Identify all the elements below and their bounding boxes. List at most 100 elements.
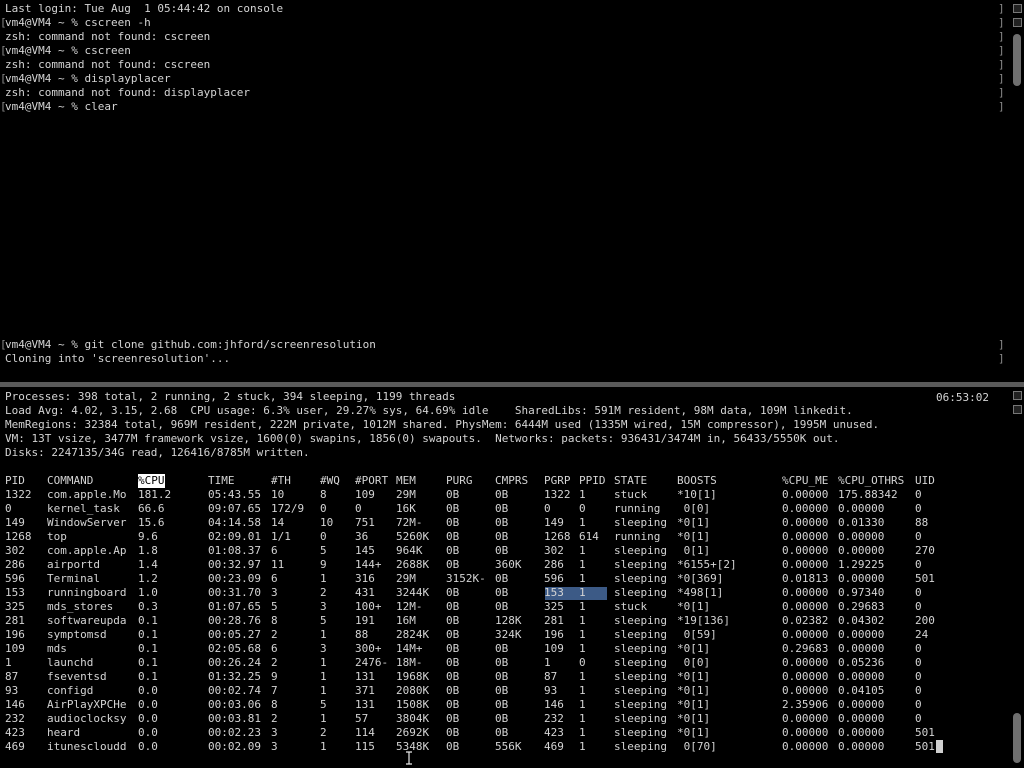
table-cell: 0[70] [677, 740, 717, 753]
table-cell: 146 [5, 698, 25, 711]
table-cell: 0B [495, 600, 509, 613]
terminal-top-pane[interactable]: Last login: Tue Aug 1 05:44:42 on consol… [0, 0, 1024, 382]
close-pane-icon[interactable] [1013, 405, 1022, 414]
table-cell: *19[136] [677, 614, 730, 627]
close-pane-icon[interactable] [1013, 18, 1022, 27]
table-cell: 0 [915, 488, 922, 501]
table-cell: 0B [446, 740, 460, 753]
table-cell: mds_stores [47, 600, 114, 613]
table-cell: 0.1 [138, 642, 158, 655]
table-cell: kernel_task [47, 502, 120, 515]
table-cell: 1 [320, 740, 327, 753]
split-pane-icon[interactable] [1013, 4, 1022, 13]
table-cell: 0.01330 [838, 516, 885, 529]
table-cell: 1 [579, 698, 586, 711]
table-cell: 04:14.58 [208, 516, 261, 529]
table-cell: 00:03.81 [208, 712, 261, 725]
table-cell: 05:43.55 [208, 488, 261, 501]
table-cell: 196 [5, 628, 25, 641]
table-cell: 0.00000 [838, 628, 885, 641]
table-cell: 02:09.01 [208, 530, 261, 543]
column-header: %CPU [138, 474, 165, 488]
table-cell: *0[1] [677, 600, 711, 613]
table-cell: 11 [271, 558, 285, 571]
table-cell: 3 [271, 740, 278, 753]
table-cell: 0B [446, 698, 460, 711]
table-cell: 00:32.97 [208, 558, 261, 571]
table-cell: 5 [320, 614, 327, 627]
table-cell: 1 [544, 656, 551, 669]
table-cell: 1.0 [138, 586, 158, 599]
table-cell: 00:28.76 [208, 614, 261, 627]
table-cell: 2692K [396, 726, 430, 739]
table-cell: 0B [495, 516, 509, 529]
line-mark-right: ] [998, 338, 1005, 351]
table-cell: mds [47, 642, 67, 655]
column-header: #PORT [355, 474, 389, 487]
top-scrollbar[interactable] [1010, 0, 1024, 382]
summary-line: Load Avg: 4.02, 3.15, 2.68 CPU usage: 6.… [5, 404, 853, 417]
table-cell: 0.00000 [782, 502, 829, 515]
table-cell: 0.00000 [838, 698, 885, 711]
table-cell: 0B [446, 628, 460, 641]
table-cell: 00:31.70 [208, 586, 261, 599]
table-cell: 66.6 [138, 502, 165, 515]
table-cell: 0B [446, 530, 460, 543]
table-cell: 16M [396, 614, 416, 627]
table-cell: 964K [396, 544, 423, 557]
table-cell: 3 [271, 726, 278, 739]
table-cell: 1.29225 [838, 558, 885, 571]
table-cell: 0.00000 [838, 544, 885, 557]
table-cell: 596 [5, 572, 25, 585]
table-cell: 2 [320, 586, 327, 599]
table-cell: 0B [495, 502, 509, 515]
table-cell: 29M [396, 488, 416, 501]
terminal-bottom-pane[interactable]: 06:53:02 Processes: 398 total, 2 running… [0, 387, 1024, 768]
scroll-thumb[interactable] [1013, 34, 1021, 86]
column-header: %CPU_OTHRS [838, 474, 905, 487]
table-cell: Terminal [47, 572, 100, 585]
table-cell: 596 [544, 572, 564, 585]
output-line: zsh: command not found: cscreen [5, 58, 211, 71]
table-cell: 0.00000 [782, 600, 829, 613]
table-cell: 0.00000 [838, 726, 885, 739]
column-header: #TH [271, 474, 291, 487]
table-cell: 200 [915, 614, 935, 627]
table-cell: 325 [544, 600, 564, 613]
table-cell: 0B [446, 670, 460, 683]
table-cell: 1 [579, 544, 586, 557]
table-cell: *0[1] [677, 642, 711, 655]
table-cell: 0.01813 [782, 572, 829, 585]
table-cell: 6 [271, 544, 278, 557]
line-mark-right: ] [998, 352, 1005, 365]
table-cell: sleeping [614, 684, 667, 697]
table-cell: 0B [495, 642, 509, 655]
table-cell: *0[369] [677, 572, 724, 585]
table-cell: 7 [271, 684, 278, 697]
table-cell: 371 [355, 684, 375, 697]
table-cell: 0.29683 [782, 642, 829, 655]
table-cell: 0B [446, 586, 460, 599]
bottom-scrollbar[interactable] [1010, 387, 1024, 768]
scroll-thumb[interactable] [1013, 713, 1021, 763]
table-cell: 232 [544, 712, 564, 725]
table-cell: 5 [320, 698, 327, 711]
table-cell: 0[59] [677, 628, 717, 641]
table-cell: 0[0] [677, 656, 711, 669]
table-cell: 1 [579, 558, 586, 571]
table-cell: 6 [271, 642, 278, 655]
table-cell: 0B [446, 558, 460, 571]
table-cell: 2 [271, 628, 278, 641]
table-cell: 0.1 [138, 656, 158, 669]
table-cell: 0.0 [138, 684, 158, 697]
table-cell: 3 [320, 600, 327, 613]
table-cell: 281 [5, 614, 25, 627]
table-cell: 0 [355, 502, 362, 515]
table-cell: 0.00000 [838, 530, 885, 543]
table-cell: 1.8 [138, 544, 158, 557]
split-pane-icon[interactable] [1013, 391, 1022, 400]
table-cell: 1 [579, 684, 586, 697]
table-cell: 0.00000 [838, 712, 885, 725]
table-cell: itunescloudd [47, 740, 127, 753]
table-cell: 72M- [396, 516, 423, 529]
